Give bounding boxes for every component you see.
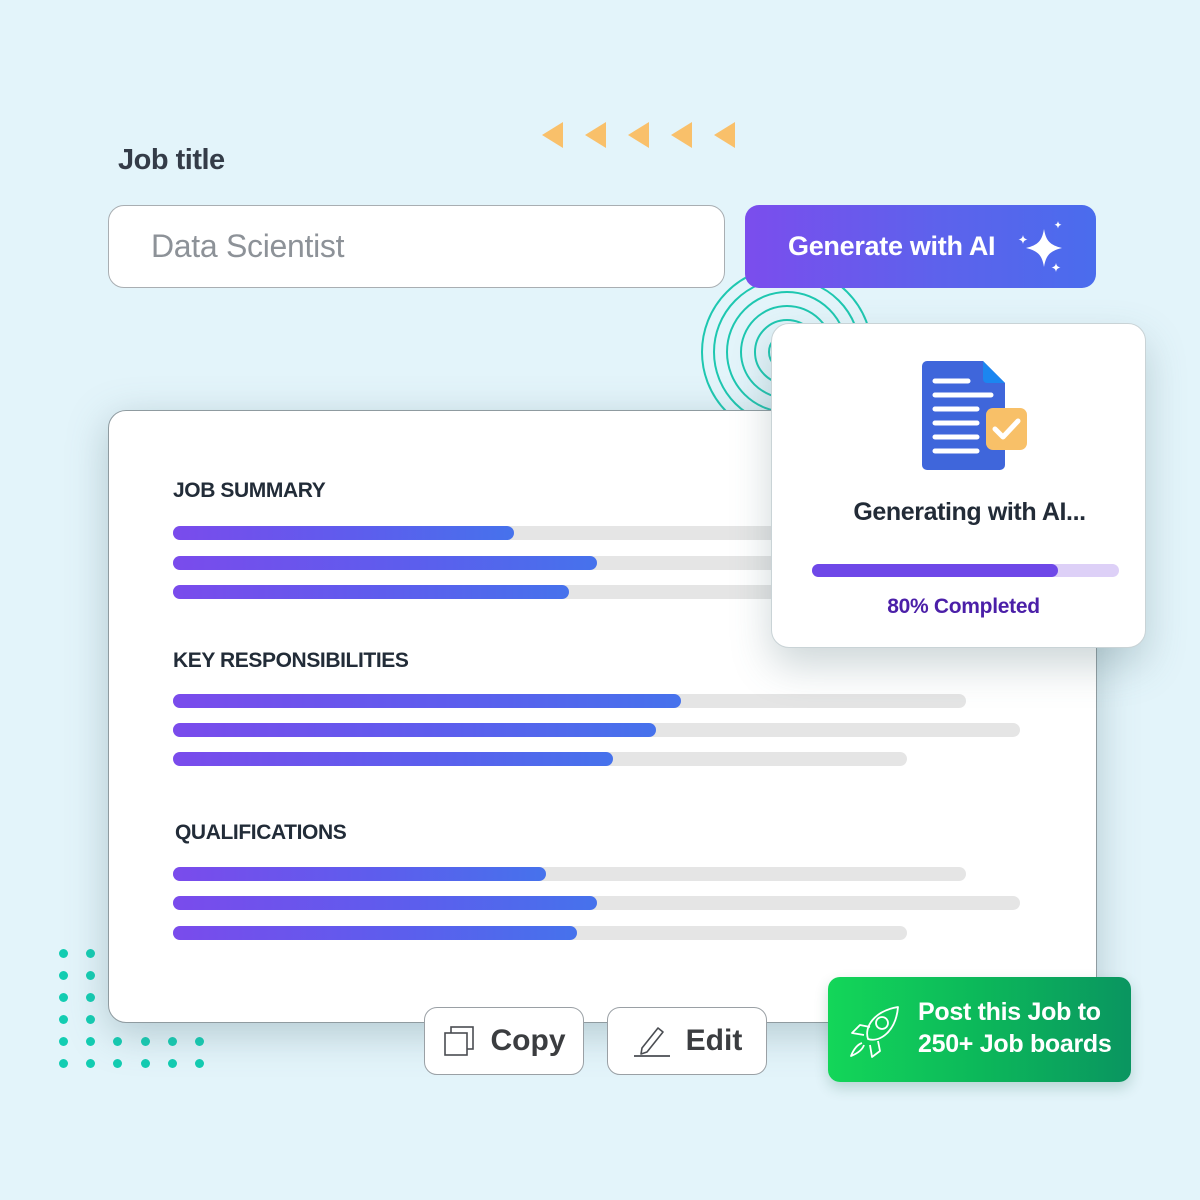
- dot-decoration: [58, 970, 68, 980]
- dot-decoration: [194, 1058, 204, 1068]
- dot-decoration: [58, 1014, 68, 1024]
- ai-progress-status: 80% Completed: [887, 595, 1040, 618]
- arrow-left-icon: [542, 122, 563, 148]
- text-line-fill: [173, 585, 570, 599]
- text-line-placeholder: [173, 926, 907, 940]
- dot-decoration: [58, 1036, 68, 1046]
- section-title-job-summary: JOB SUMMARY: [173, 479, 326, 502]
- text-line-fill: [173, 752, 614, 766]
- dot-decoration: [140, 1036, 150, 1046]
- text-line-placeholder: [173, 723, 1020, 737]
- job-title-value: Data Scientist: [151, 228, 345, 264]
- arrow-left-icon: [628, 122, 649, 148]
- dot-decoration: [140, 1058, 150, 1068]
- copy-button[interactable]: Copy: [424, 1007, 584, 1075]
- dot-decoration: [167, 1058, 177, 1068]
- sparkles-icon: [1018, 221, 1062, 272]
- dot-decoration: [112, 1036, 122, 1046]
- ai-generating-card: Generating with AI... 80% Completed: [771, 323, 1146, 648]
- text-line-fill: [173, 723, 656, 737]
- text-line-fill: [173, 867, 546, 881]
- copy-label: Copy: [490, 1024, 566, 1057]
- document-check-icon: [922, 361, 1027, 470]
- dot-decoration: [58, 1058, 68, 1068]
- text-line-placeholder: [173, 896, 1020, 910]
- job-title-input[interactable]: Data Scientist: [108, 205, 725, 288]
- text-line-fill: [173, 896, 597, 910]
- edit-button[interactable]: Edit: [607, 1007, 767, 1075]
- post-job-button[interactable]: Post this Job to 250+ Job boards: [828, 977, 1131, 1082]
- dot-decoration: [85, 1036, 95, 1046]
- dot-decoration: [85, 948, 95, 958]
- dot-decoration: [85, 970, 95, 980]
- edit-label: Edit: [685, 1024, 743, 1057]
- copy-icon: [443, 1026, 474, 1056]
- dot-decoration: [85, 1058, 95, 1068]
- dot-decoration: [112, 1058, 122, 1068]
- text-line-fill: [173, 556, 597, 570]
- text-line-placeholder: [173, 752, 907, 766]
- dot-decoration: [85, 1014, 95, 1024]
- ai-progress-bar: [812, 564, 1119, 577]
- rocket-icon: [850, 1006, 899, 1058]
- text-line-fill: [173, 694, 681, 708]
- generate-button-label: Generate with AI: [788, 231, 996, 261]
- arrow-left-icon: [585, 122, 606, 148]
- job-title-label: Job title: [118, 144, 225, 176]
- dot-decoration: [58, 948, 68, 958]
- arrow-left-icon: [671, 122, 692, 148]
- text-line-placeholder: [173, 694, 966, 708]
- dot-decoration: [58, 992, 68, 1002]
- section-title-key-responsibilities: KEY RESPONSIBILITIES: [173, 649, 409, 672]
- pencil-icon: [633, 1027, 670, 1057]
- section-title-qualifications: QUALIFICATIONS: [175, 821, 347, 844]
- generate-with-ai-button[interactable]: Generate with AI: [745, 205, 1096, 288]
- post-label-line1: Post this Job to: [918, 998, 1101, 1026]
- ai-progress-fill: [812, 564, 1058, 577]
- text-line-fill: [173, 526, 514, 540]
- dot-decoration: [167, 1036, 177, 1046]
- post-label-line2: 250+ Job boards: [918, 1030, 1112, 1058]
- text-line-placeholder: [173, 867, 966, 881]
- dot-decoration: [85, 992, 95, 1002]
- ai-status-title: Generating with AI...: [853, 498, 1086, 526]
- text-line-fill: [173, 926, 577, 940]
- dot-decoration: [194, 1036, 204, 1046]
- arrow-left-icon: [714, 122, 735, 148]
